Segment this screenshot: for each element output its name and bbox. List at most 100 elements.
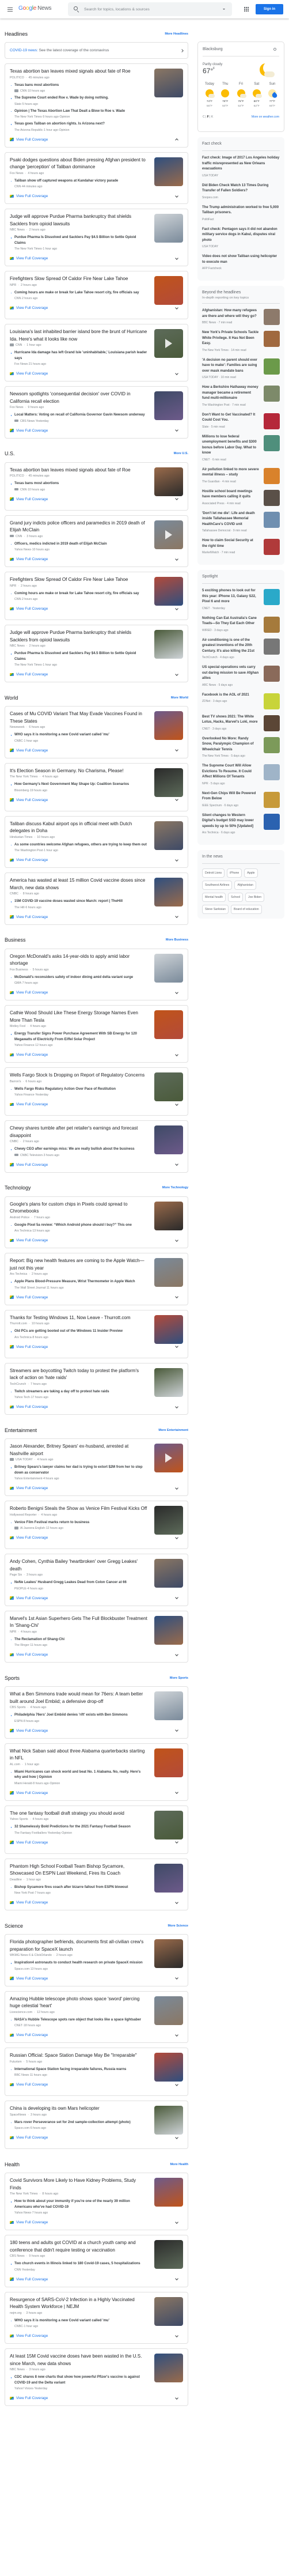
related-story-headline[interactable]: Wells Fargo Risks Regulatory Action Over… xyxy=(14,1087,147,1093)
source-name[interactable]: Yahoo Finance xyxy=(14,1093,35,1097)
source-name[interactable]: Livescience.com xyxy=(10,2011,32,2014)
chevron-down-icon[interactable] xyxy=(175,2135,178,2139)
related-story-headline[interactable]: Energy Transfer Signs Power Purchase Agr… xyxy=(14,1032,147,1043)
section-title[interactable]: Science xyxy=(5,1923,23,1929)
source-name[interactable]: NBC News xyxy=(10,228,25,232)
view-full-coverage-link[interactable]: View Full Coverage xyxy=(10,1791,48,1795)
source-name[interactable]: CNBC xyxy=(10,892,18,896)
section-title[interactable]: Health xyxy=(5,2162,20,2167)
view-full-coverage-link[interactable]: View Full Coverage xyxy=(10,1345,48,1349)
related-story-headline[interactable]: Texas bans most abortions xyxy=(14,83,147,89)
source-name[interactable]: CNBC xyxy=(10,1140,18,1143)
related-story-headline[interactable]: Mars rover Perseverance set for 2nd samp… xyxy=(14,2120,147,2126)
view-full-coverage-link[interactable]: View Full Coverage xyxy=(10,194,48,198)
view-full-coverage-link[interactable]: View Full Coverage xyxy=(10,2334,48,2338)
side-story-thumbnail[interactable] xyxy=(264,489,280,506)
related-story-headline[interactable]: Two church events in Illinois linked to … xyxy=(14,2261,147,2267)
related-story-headline[interactable]: Texas bans most abortions xyxy=(14,481,147,487)
hamburger-menu-icon[interactable] xyxy=(7,7,13,12)
chevron-down-icon[interactable] xyxy=(175,915,178,918)
chevron-down-icon[interactable] xyxy=(175,2277,178,2280)
view-full-coverage-link[interactable]: View Full Coverage xyxy=(10,1486,48,1490)
source-name[interactable]: Ars Technica xyxy=(14,1229,32,1233)
source-name[interactable]: Deadline xyxy=(10,1878,22,1882)
source-name[interactable]: The Arizona Republic xyxy=(14,129,43,132)
chevron-down-icon[interactable] xyxy=(175,1238,178,1242)
unit-c[interactable]: C xyxy=(203,115,205,119)
view-full-coverage-link[interactable]: View Full Coverage xyxy=(10,2083,48,2087)
source-name[interactable]: Fox News xyxy=(10,172,24,175)
view-full-coverage-link[interactable]: View Full Coverage xyxy=(10,1901,48,1905)
view-full-coverage-link[interactable]: View Full Coverage xyxy=(10,1977,48,1981)
side-story-thumbnail[interactable] xyxy=(264,358,280,375)
source-name[interactable]: BBC News xyxy=(14,2073,29,2077)
source-name[interactable]: Fox News xyxy=(10,406,24,409)
topic-chip[interactable]: Steve Sarkisian xyxy=(202,905,229,914)
source-name[interactable]: Page Six xyxy=(10,1573,22,1577)
source-name[interactable]: The Washington Post xyxy=(202,403,230,407)
topic-chip[interactable]: Afghanistan xyxy=(234,881,256,890)
topic-chip[interactable]: iPhone xyxy=(227,868,242,878)
source-name[interactable]: Barron's xyxy=(10,1080,21,1083)
view-full-coverage-link[interactable]: View Full Coverage xyxy=(10,607,48,611)
source-name[interactable]: PolitiFact xyxy=(202,218,214,221)
story-thumbnail[interactable] xyxy=(154,2106,183,2135)
related-story-headline[interactable]: 32 Shamelessly Bold Predictions for the … xyxy=(14,1825,147,1830)
side-story-thumbnail[interactable] xyxy=(264,791,280,808)
source-name[interactable]: The New York Times xyxy=(202,349,229,352)
view-full-coverage-link[interactable]: View Full Coverage xyxy=(10,429,48,433)
search-input[interactable] xyxy=(84,6,211,13)
source-name[interactable]: The Washington Post xyxy=(14,849,43,852)
view-full-coverage-link[interactable]: View Full Coverage xyxy=(10,2277,48,2282)
source-name[interactable]: MarketWatch xyxy=(202,551,219,554)
source-name[interactable]: Slate xyxy=(202,425,208,429)
source-name[interactable]: ESPN xyxy=(14,1720,22,1723)
source-name[interactable]: The New York Times xyxy=(14,115,42,119)
source-name[interactable]: Ars Technica xyxy=(14,1336,32,1339)
source-name[interactable]: The New York Times xyxy=(14,663,42,667)
view-full-coverage-link[interactable]: View Full Coverage xyxy=(10,2136,48,2140)
source-name[interactable]: Ars Technica xyxy=(10,1272,27,1276)
source-name[interactable]: CBS News xyxy=(20,420,35,423)
related-story-headline[interactable]: Miami Hurricanes can shock world and bea… xyxy=(14,1770,147,1781)
source-name[interactable]: CNN xyxy=(14,185,21,188)
chevron-down-icon[interactable] xyxy=(175,194,178,198)
more-section-link[interactable]: More World xyxy=(171,696,188,700)
related-story-headline[interactable]: Old PCs are getting booted out of the Wi… xyxy=(14,1329,147,1335)
source-name[interactable]: Snopes.com xyxy=(202,196,218,199)
source-name[interactable]: CNET xyxy=(202,727,210,731)
side-story-headline[interactable]: How a Berkshire Hathaway money manager b… xyxy=(202,385,259,402)
source-name[interactable]: Yahoo News xyxy=(14,548,31,552)
chevron-down-icon[interactable] xyxy=(175,858,178,862)
source-name[interactable]: Al Jazeera English xyxy=(20,1527,45,1530)
story-thumbnail[interactable] xyxy=(154,2240,183,2269)
side-story-headline[interactable]: Did Biden Check Watch 13 Times During Tr… xyxy=(202,183,280,194)
related-story-headline[interactable]: The Reclamation of Shang-Chi xyxy=(14,1637,147,1643)
view-full-coverage-link[interactable]: View Full Coverage xyxy=(10,557,48,561)
source-name[interactable]: NBC News xyxy=(10,2368,25,2371)
side-story-headline[interactable]: Best TV shows 2021: The White Lotus, Hac… xyxy=(202,715,259,726)
related-story-headline[interactable]: Venice Film Festival marks return to bus… xyxy=(14,1520,147,1526)
more-section-link[interactable]: More Health xyxy=(170,2163,188,2166)
source-name[interactable]: TechCrunch xyxy=(202,656,218,659)
story-thumbnail[interactable] xyxy=(154,2053,183,2082)
chevron-down-icon[interactable] xyxy=(175,748,178,751)
topic-chip[interactable]: Detroit Lions xyxy=(202,868,225,878)
source-name[interactable]: CNN xyxy=(20,488,26,492)
more-section-link[interactable]: More Business xyxy=(166,938,188,942)
side-story-thumbnail[interactable] xyxy=(264,413,280,429)
view-full-coverage-link[interactable]: View Full Coverage xyxy=(10,2033,48,2037)
side-story-headline[interactable]: Hostile school board meetings have membe… xyxy=(202,489,259,500)
source-name[interactable]: PEOPLE xyxy=(14,1587,26,1591)
source-name[interactable]: POLITICO xyxy=(10,474,24,478)
story-thumbnail[interactable] xyxy=(154,1072,183,1101)
topic-chip[interactable]: Joe Biden xyxy=(245,893,265,902)
source-name[interactable]: WKMG News 6 & ClickOrlando xyxy=(10,1954,52,1957)
source-name[interactable]: TechCrunch xyxy=(10,1383,26,1386)
chevron-down-icon[interactable] xyxy=(175,2396,178,2400)
section-title[interactable]: U.S. xyxy=(5,451,15,456)
topic-chip[interactable]: Mental health xyxy=(202,893,226,902)
source-name[interactable]: Hindustan Times xyxy=(10,836,32,839)
view-full-coverage-link[interactable]: View Full Coverage xyxy=(10,1102,48,1106)
source-name[interactable]: NPR xyxy=(202,782,208,785)
